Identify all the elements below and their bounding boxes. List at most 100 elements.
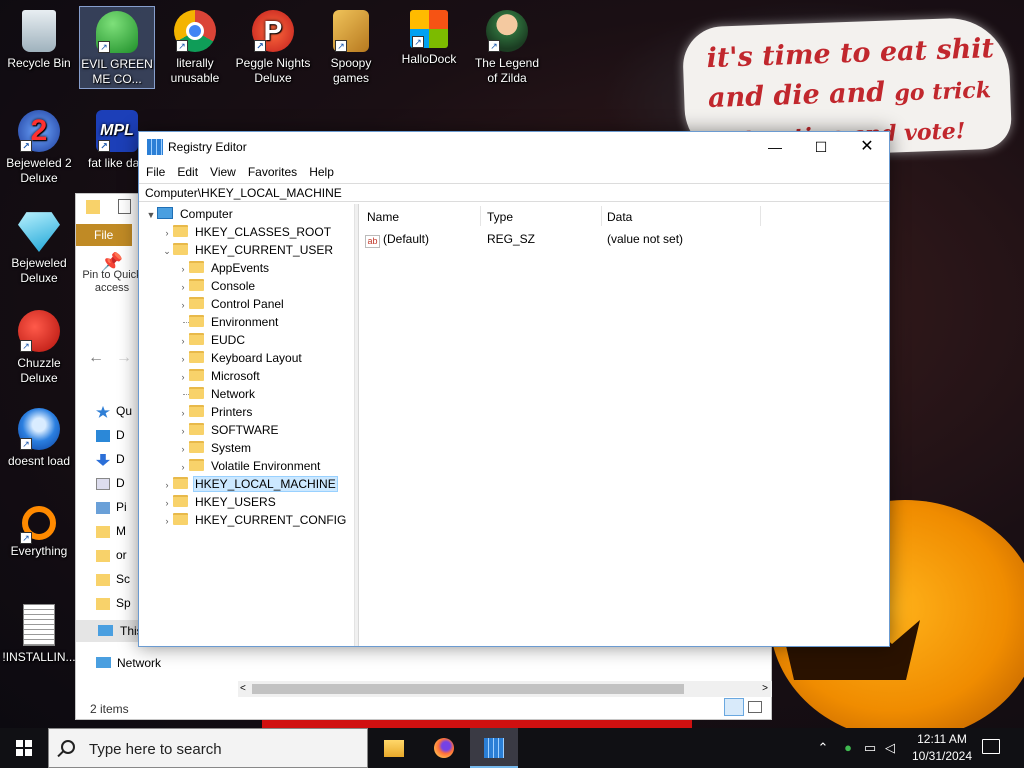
tree-node-key[interactable]: › Keyboard Layout: [177, 349, 304, 367]
taskbar-firefox[interactable]: [420, 728, 468, 768]
explorer-horizontal-scrollbar[interactable]: < >: [238, 681, 772, 697]
desktop-icon-spoopy[interactable]: ↗ Spoopy games: [313, 6, 389, 86]
tree-node-key[interactable]: › EUDC: [177, 331, 247, 349]
tree-node-hive[interactable]: › HKEY_CLASSES_ROOT: [161, 223, 333, 241]
chevron-right-icon[interactable]: ›: [177, 440, 189, 458]
value-row-type: REG_SZ: [487, 232, 536, 246]
title-bar[interactable]: Registry Editor — ☐ ✕: [139, 132, 889, 162]
scroll-left-arrow[interactable]: <: [240, 681, 246, 697]
tree-node-key[interactable]: Network: [177, 385, 257, 403]
desktop-icon-installing[interactable]: !INSTALLIN...: [1, 600, 77, 665]
menu-view[interactable]: View: [204, 162, 242, 182]
taskbar-search-box[interactable]: Type here to search: [48, 728, 368, 768]
windows-logo-icon: [16, 740, 32, 756]
system-clock[interactable]: 12:11 AM 10/31/2024: [900, 731, 984, 765]
desktop-icon-evil-green[interactable]: ↗ EVIL GREEN ME CO...: [79, 6, 155, 89]
chevron-right-icon[interactable]: ›: [161, 494, 173, 512]
menu-file[interactable]: File: [139, 162, 171, 182]
menu-edit[interactable]: Edit: [171, 162, 204, 182]
chevron-right-icon[interactable]: ›: [177, 260, 189, 278]
chevron-right-icon[interactable]: ›: [177, 296, 189, 314]
show-hidden-icons-chevron[interactable]: ⌃: [813, 728, 833, 768]
forward-button[interactable]: →: [116, 349, 132, 367]
chevron-right-icon[interactable]: ›: [177, 350, 189, 368]
folder-icon: [173, 495, 188, 507]
taskbar-file-explorer[interactable]: [370, 728, 418, 768]
tree-node-key[interactable]: › Printers: [177, 403, 254, 421]
network-tray-icon[interactable]: ▭: [860, 728, 880, 768]
desktop-icon-zilda[interactable]: ↗ The Legend of Zilda: [469, 6, 545, 86]
chevron-right-icon[interactable]: ›: [177, 422, 189, 440]
column-divider[interactable]: [760, 206, 761, 226]
download-icon: [96, 453, 110, 466]
desktop-icon-thunderbird[interactable]: ↗ doesnt load: [1, 404, 77, 469]
volume-tray-icon[interactable]: ◁: [880, 728, 900, 768]
menu-favorites[interactable]: Favorites: [242, 162, 303, 182]
tree-node-key[interactable]: › Volatile Environment: [177, 457, 322, 475]
close-button[interactable]: ✕: [844, 132, 890, 162]
chevron-right-icon[interactable]: ›: [161, 512, 173, 530]
chevron-right-icon[interactable]: ›: [177, 332, 189, 350]
column-header-name[interactable]: Name: [367, 208, 399, 226]
details-view-icon[interactable]: [724, 698, 744, 716]
maximize-button[interactable]: ☐: [798, 132, 844, 162]
chevron-down-icon[interactable]: ▼: [145, 206, 157, 224]
folder-icon: [189, 279, 204, 291]
folder-icon: [96, 597, 110, 610]
column-header-data[interactable]: Data: [607, 208, 632, 226]
nav-item-network[interactable]: Network: [96, 656, 161, 670]
tree-node-key[interactable]: Environment: [177, 313, 280, 331]
tree-node-hive[interactable]: › HKEY_CURRENT_CONFIG: [161, 511, 348, 529]
chevron-right-icon[interactable]: ›: [177, 404, 189, 422]
tree-node-hive[interactable]: ⌄ HKEY_CURRENT_USER: [161, 241, 335, 259]
chevron-right-icon[interactable]: ›: [177, 368, 189, 386]
tree-node-key[interactable]: › SOFTWARE: [177, 421, 281, 439]
back-button[interactable]: ←: [88, 349, 104, 367]
tree-node-key[interactable]: › System: [177, 439, 253, 457]
tree-node-key[interactable]: › AppEvents: [177, 259, 271, 277]
people-tray-icon[interactable]: ●: [838, 728, 858, 768]
desktop-icon: [96, 429, 110, 442]
mpl-icon: MPL ↗: [96, 110, 138, 152]
chevron-right-icon[interactable]: ›: [177, 278, 189, 296]
notification-center-icon[interactable]: [982, 739, 1000, 754]
desktop-icon-everything[interactable]: ↗ Everything: [1, 502, 77, 559]
desktop-icon-peggle[interactable]: P ↗ Peggle Nights Deluxe: [235, 6, 311, 86]
desktop-icon-bejeweled[interactable]: Bejeweled Deluxe: [1, 206, 77, 286]
registry-editor-window[interactable]: Registry Editor — ☐ ✕ File Edit View Favori…: [138, 131, 890, 647]
address-bar[interactable]: Computer\HKEY_LOCAL_MACHINE: [139, 183, 889, 202]
desktop-icon-chuzzle[interactable]: ↗ Chuzzle Deluxe: [1, 306, 77, 386]
nav-item-this-pc[interactable]: This: [76, 620, 143, 642]
chevron-right-icon[interactable]: ›: [177, 458, 189, 476]
tree-node-hive[interactable]: › HKEY_USERS: [161, 493, 278, 511]
tree-node-key[interactable]: › Microsoft: [177, 367, 262, 385]
desktop-icon-recycle-bin[interactable]: Recycle Bin: [1, 6, 77, 71]
tree-node-hive-selected[interactable]: › HKEY_LOCAL_MACHINE: [161, 475, 338, 493]
taskbar-registry-editor[interactable]: [470, 728, 518, 768]
pin-to-quick-access-button[interactable]: 📌 Pin to Quick access: [82, 253, 142, 295]
tree-node-key[interactable]: › Console: [177, 277, 257, 295]
column-header-type[interactable]: Type: [487, 208, 513, 226]
chevron-right-icon[interactable]: ›: [161, 476, 173, 494]
shortcut-arrow-icon: ↗: [20, 438, 32, 450]
value-row-name[interactable]: ab (Default): [365, 230, 429, 248]
chevron-right-icon[interactable]: ›: [161, 224, 173, 242]
desktop-icon-bejeweled2[interactable]: 2 ↗ Bejeweled 2 Deluxe: [1, 106, 77, 186]
menu-help[interactable]: Help: [303, 162, 340, 182]
folder-icon: [189, 351, 204, 363]
scroll-right-arrow[interactable]: >: [762, 681, 768, 697]
chevron-down-icon[interactable]: ⌄: [161, 242, 173, 260]
bejeweled2-icon: 2 ↗: [18, 110, 60, 152]
start-button[interactable]: [0, 728, 48, 768]
pane-splitter[interactable]: [355, 204, 359, 646]
desktop-icon-chrome[interactable]: ↗ literally unusable: [157, 6, 233, 86]
scrollbar-thumb[interactable]: [252, 684, 684, 694]
column-divider[interactable]: [480, 206, 481, 226]
large-icons-view-icon[interactable]: [748, 701, 762, 713]
desktop-icon-hallodock[interactable]: ↗ HalloDock: [391, 6, 467, 67]
column-divider[interactable]: [601, 206, 602, 226]
tree-node-key[interactable]: › Control Panel: [177, 295, 286, 313]
explorer-file-tab[interactable]: File: [76, 224, 132, 246]
tree-node-computer[interactable]: ▼ Computer: [145, 205, 235, 223]
minimize-button[interactable]: —: [752, 132, 798, 162]
